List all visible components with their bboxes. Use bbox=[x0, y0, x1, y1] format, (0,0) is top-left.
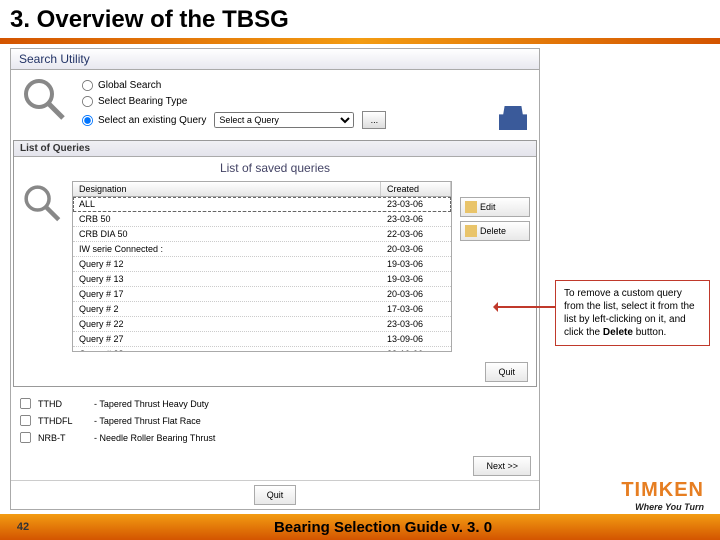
type-row[interactable]: TTHDFL- Tapered Thrust Flat Race bbox=[19, 414, 531, 427]
magnifier-icon bbox=[19, 74, 69, 124]
col-created: Created bbox=[381, 182, 451, 196]
footer-title: Bearing Selection Guide v. 3. 0 bbox=[46, 519, 720, 536]
type-row[interactable]: NRB-T- Needle Roller Bearing Thrust bbox=[19, 431, 531, 444]
radio-existing-query[interactable]: Select an existing Query Select a Query … bbox=[81, 111, 533, 129]
next-button[interactable]: Next >> bbox=[473, 456, 531, 476]
slide-title: 3. Overview of the TBSG bbox=[10, 6, 710, 34]
page-number: 42 bbox=[0, 521, 46, 533]
content-area: Search Utility Global Search Select Bear… bbox=[0, 48, 720, 510]
table-row[interactable]: Query # 217-03-06 bbox=[73, 302, 451, 317]
brand-block: TIMKEN Where You Turn bbox=[0, 479, 720, 514]
queries-panel: List of Queries List of saved queries De… bbox=[13, 140, 537, 387]
brand-tagline: Where You Turn bbox=[16, 502, 704, 512]
table-body: ALL23-03-06 CRB 5023-03-06 CRB DIA 5022-… bbox=[73, 197, 451, 351]
table-row[interactable]: Query # 2713-09-06 bbox=[73, 332, 451, 347]
folder-icon bbox=[465, 225, 477, 237]
table-row[interactable]: Query # 1219-03-06 bbox=[73, 257, 451, 272]
footer-bar: 42 Bearing Selection Guide v. 3. 0 bbox=[0, 514, 720, 540]
slide-header: 3. Overview of the TBSG bbox=[0, 0, 720, 36]
side-buttons: Edit Delete bbox=[460, 181, 530, 352]
panel-title: Search Utility bbox=[11, 49, 539, 70]
type-row[interactable]: TTHD- Tapered Thrust Heavy Duty bbox=[19, 397, 531, 410]
search-options: Global Search Select Bearing Type Select… bbox=[11, 70, 539, 138]
table-row[interactable]: IW serie Connected :20-03-06 bbox=[73, 242, 451, 257]
col-designation: Designation bbox=[73, 182, 381, 196]
table-row[interactable]: CRB DIA 5022-03-06 bbox=[73, 227, 451, 242]
queries-panel-title: List of Queries bbox=[14, 141, 536, 157]
slide-footer: TIMKEN Where You Turn 42 Bearing Selecti… bbox=[0, 479, 720, 540]
printer-icon bbox=[499, 106, 527, 130]
magnifier-icon bbox=[20, 181, 64, 225]
delete-button[interactable]: Delete bbox=[460, 221, 530, 241]
query-dropdown[interactable]: Select a Query bbox=[214, 112, 354, 128]
table-row[interactable]: Query # 1720-03-06 bbox=[73, 287, 451, 302]
queries-table: Designation Created ALL23-03-06 CRB 5023… bbox=[72, 181, 452, 352]
radio-global-search[interactable]: Global Search bbox=[81, 79, 533, 92]
table-row[interactable]: ALL23-03-06 bbox=[73, 197, 451, 212]
brand-name: TIMKEN bbox=[16, 479, 704, 502]
callout-arrow bbox=[494, 306, 556, 308]
folder-icon bbox=[465, 201, 477, 213]
header-divider bbox=[0, 38, 720, 44]
table-row[interactable]: CRB 5023-03-06 bbox=[73, 212, 451, 227]
quit-inner-button[interactable]: Quit bbox=[485, 362, 528, 382]
table-row[interactable]: Query # 2823-10-06 bbox=[73, 347, 451, 351]
queries-caption: List of saved queries bbox=[14, 157, 536, 179]
edit-button[interactable]: Edit bbox=[460, 197, 530, 217]
table-row[interactable]: Query # 2223-03-06 bbox=[73, 317, 451, 332]
radio-select-bearing-type[interactable]: Select Bearing Type bbox=[81, 95, 533, 108]
callout-box: To remove a custom query from the list, … bbox=[555, 280, 710, 346]
table-header: Designation Created bbox=[73, 182, 451, 197]
bearing-type-list: TTHD- Tapered Thrust Heavy Duty TTHDFL- … bbox=[11, 389, 539, 452]
query-browse-button[interactable]: ... bbox=[362, 111, 386, 129]
search-utility-panel: Search Utility Global Search Select Bear… bbox=[10, 48, 540, 510]
table-row[interactable]: Query # 1319-03-06 bbox=[73, 272, 451, 287]
